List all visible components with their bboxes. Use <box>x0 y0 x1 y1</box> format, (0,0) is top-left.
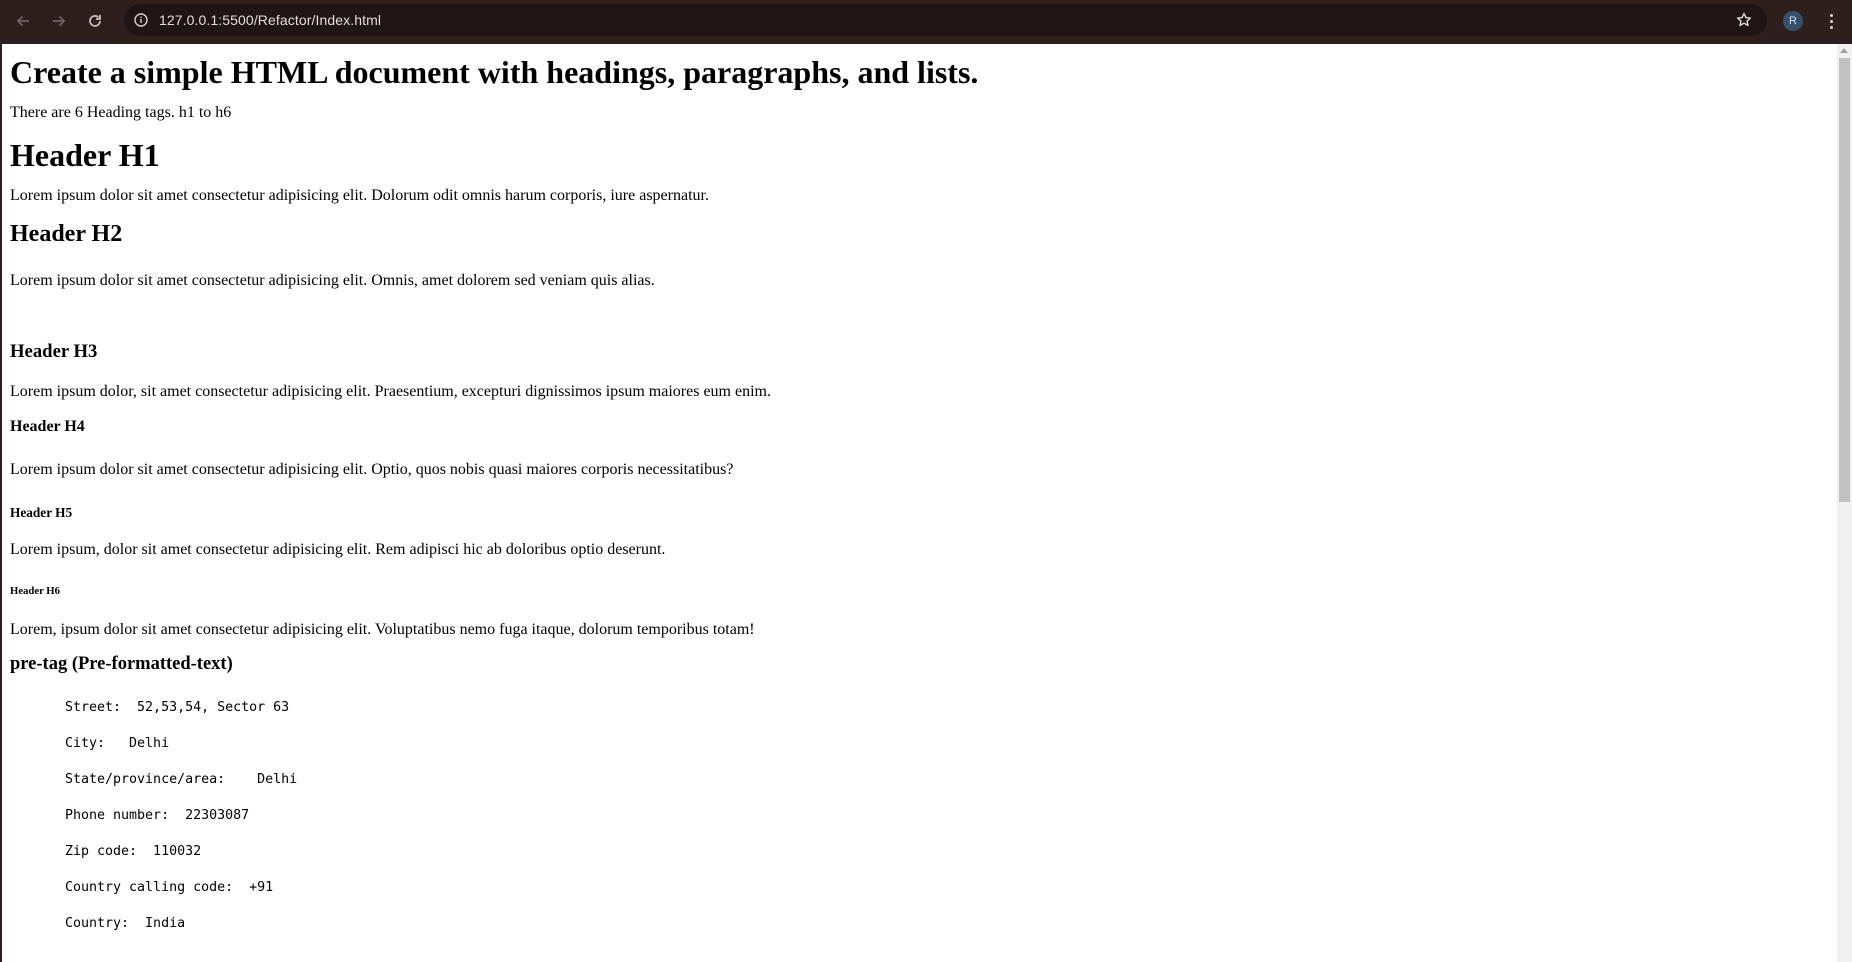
paragraph-h4: Lorem ipsum dolor sit amet consectetur a… <box>10 461 734 478</box>
arrow-right-icon <box>53 15 66 27</box>
pre-line-zip: Zip code: 110032 <box>65 844 202 859</box>
arrow-left-icon <box>16 15 29 27</box>
pre-line-country: Country: India <box>65 916 186 931</box>
heading-h2: Header H2 <box>10 221 123 247</box>
pre-tag-heading: pre-tag (Pre-formatted-text) <box>10 654 233 674</box>
pre-line-phone: Phone number: 22303087 <box>65 808 250 823</box>
back-button[interactable] <box>10 8 36 34</box>
pre-line-street: Street: 52,53,54, Sector 63 <box>65 700 290 715</box>
reload-button[interactable] <box>82 8 108 34</box>
heading-h4: Header H4 <box>10 418 85 435</box>
heading-h6: Header H6 <box>10 585 60 597</box>
heading-h3: Header H3 <box>10 341 98 362</box>
star-icon[interactable] <box>1733 9 1755 31</box>
browser-toolbar: 127.0.0.1:5500/Refactor/Index.html R <box>0 0 1852 41</box>
paragraph-h1: Lorem ipsum dolor sit amet consectetur a… <box>10 187 709 204</box>
page-viewport: Create a simple HTML document with headi… <box>2 44 1852 962</box>
paragraph-h6: Lorem, ipsum dolor sit amet consectetur … <box>10 621 755 638</box>
vertical-scrollbar[interactable] <box>1837 44 1852 962</box>
address-bar[interactable]: 127.0.0.1:5500/Refactor/Index.html <box>124 4 1767 36</box>
heading-h5: Header H5 <box>10 505 73 520</box>
intro-paragraph: There are 6 Heading tags. h1 to h6 <box>10 104 232 121</box>
kebab-menu-icon[interactable] <box>1820 9 1842 33</box>
url-text[interactable]: 127.0.0.1:5500/Refactor/Index.html <box>159 4 381 36</box>
scrollbar-thumb[interactable] <box>1839 58 1850 502</box>
reload-icon <box>89 15 101 27</box>
pre-line-state: State/province/area: Delhi <box>65 772 298 787</box>
info-icon[interactable] <box>131 10 151 30</box>
forward-button[interactable] <box>46 8 72 34</box>
pre-line-city: City: Delhi <box>65 736 170 751</box>
scroll-up-icon[interactable] <box>1840 48 1848 53</box>
paragraph-h5: Lorem ipsum, dolor sit amet consectetur … <box>10 541 666 558</box>
page-title: Create a simple HTML document with headi… <box>10 54 979 90</box>
heading-h1: Header H1 <box>10 137 160 173</box>
paragraph-h3: Lorem ipsum dolor, sit amet consectetur … <box>10 383 771 400</box>
profile-avatar[interactable]: R <box>1783 11 1803 31</box>
paragraph-h2: Lorem ipsum dolor sit amet consectetur a… <box>10 272 655 289</box>
pre-line-calling-code: Country calling code: +91 <box>65 880 274 895</box>
